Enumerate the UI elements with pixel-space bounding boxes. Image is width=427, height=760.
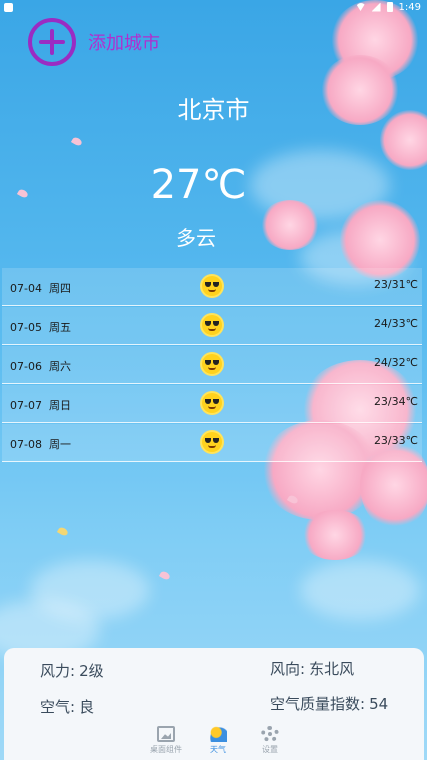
forecast-row: 07-04 周四 23/31℃	[2, 268, 422, 306]
nav-item-weather[interactable]: 天气	[198, 726, 238, 755]
forecast-date: 07-06	[10, 360, 42, 373]
forecast-range: 24/32℃	[373, 356, 418, 369]
forecast-range: 24/33℃	[373, 317, 418, 330]
nav-label[interactable]: 桌面组件	[150, 745, 182, 754]
forecast-row: 07-05 周五 24/33℃	[2, 307, 422, 345]
sunglasses-sun-icon	[202, 354, 222, 374]
add-city-label[interactable]: 添加城市	[88, 29, 160, 55]
current-temperature: 27℃	[150, 162, 247, 208]
air-quality-value: 良	[79, 698, 95, 716]
wifi-icon	[355, 3, 366, 11]
nav-item-settings[interactable]: 设置	[250, 726, 290, 755]
wind-power: 风力: 2级	[40, 660, 104, 681]
forecast-weekday: 周四	[48, 282, 71, 295]
forecast-row: 07-08 周一 23/33℃	[2, 424, 422, 462]
picture-icon[interactable]	[157, 726, 175, 742]
forecast-date: 07-08	[10, 438, 42, 451]
forecast-weekday: 周五	[48, 321, 71, 334]
sunglasses-sun-icon	[202, 315, 222, 335]
nav-label[interactable]: 天气	[210, 745, 226, 754]
bottom-nav: 桌面组件 天气 设置	[4, 724, 424, 760]
wind-direction: 风向: 东北风	[270, 658, 354, 679]
plus-circle-icon[interactable]	[28, 18, 76, 66]
wind-direction-label: 风向:	[270, 660, 306, 678]
forecast-list: 07-04 周四 23/31℃ 07-05 周五 24/33℃ 07-06 周六…	[2, 268, 422, 463]
nav-item-widgets[interactable]: 桌面组件	[146, 726, 186, 755]
forecast-date: 07-07	[10, 399, 42, 412]
forecast-weekday: 周日	[48, 399, 71, 412]
aqi: 空气质量指数: 54	[270, 693, 388, 714]
weather-icon[interactable]	[209, 726, 227, 742]
current-condition: 多云	[176, 226, 216, 250]
sunglasses-sun-icon	[202, 393, 222, 413]
sunglasses-sun-icon	[202, 276, 222, 296]
notification-icon	[4, 3, 13, 12]
sunglasses-sun-icon	[202, 432, 222, 452]
city-name: 北京市	[177, 96, 250, 124]
aqi-label: 空气质量指数:	[270, 695, 366, 713]
signal-icon	[371, 2, 381, 12]
aqi-value: 54	[369, 695, 389, 713]
forecast-row: 07-07 周日 23/34℃	[2, 385, 422, 423]
battery-icon	[386, 2, 393, 12]
add-city-button[interactable]: 添加城市	[28, 18, 160, 66]
forecast-date: 07-04	[10, 282, 42, 295]
forecast-range: 23/31℃	[373, 278, 418, 291]
wind-power-label: 风力:	[40, 662, 76, 680]
forecast-range: 23/34℃	[373, 395, 418, 408]
forecast-range: 23/33℃	[373, 434, 418, 447]
forecast-weekday: 周一	[48, 438, 71, 451]
status-time: 1:49	[398, 1, 421, 13]
air-quality: 空气: 良	[40, 696, 94, 717]
forecast-row: 07-06 周六 24/32℃	[2, 346, 422, 384]
air-quality-label: 空气:	[40, 698, 76, 716]
nav-label[interactable]: 设置	[262, 745, 278, 754]
forecast-date: 07-05	[10, 321, 42, 334]
wind-power-value: 2级	[79, 662, 104, 680]
gear-icon[interactable]	[261, 726, 279, 742]
wind-direction-value: 东北风	[309, 660, 355, 678]
forecast-weekday: 周六	[48, 360, 71, 373]
status-bar: 1:49	[0, 0, 427, 14]
